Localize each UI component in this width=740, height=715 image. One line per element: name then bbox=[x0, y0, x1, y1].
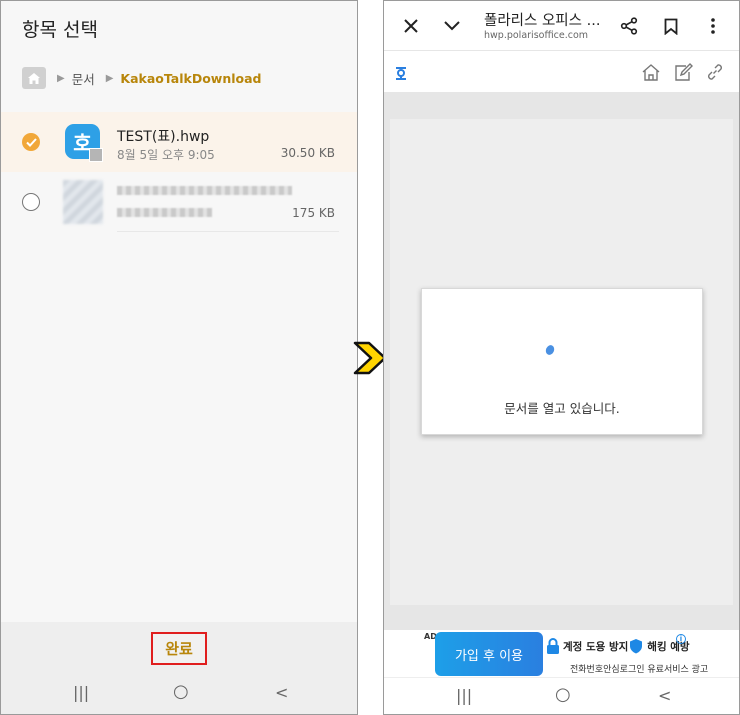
ad-signup-button[interactable]: 가입 후 이용 bbox=[435, 632, 543, 676]
back-icon[interactable]: < bbox=[658, 686, 671, 705]
blurred-file-date bbox=[117, 208, 212, 217]
breadcrumb-arrow-icon: ▶ bbox=[105, 72, 114, 84]
page-title: 항목 선택 bbox=[22, 19, 98, 41]
file-row[interactable]: 175 KB bbox=[1, 172, 357, 232]
loading-dialog: 문서를 열고 있습니다. bbox=[421, 288, 703, 435]
page-title: 폴라리스 오피스 ... bbox=[484, 13, 601, 29]
shield-icon bbox=[630, 639, 643, 654]
page-url: hwp.polarisoffice.com bbox=[484, 30, 589, 41]
ad-info-icon[interactable]: i bbox=[676, 634, 686, 644]
divider bbox=[117, 231, 339, 232]
home-icon[interactable] bbox=[640, 61, 662, 83]
polaris-logo-icon[interactable] bbox=[390, 61, 412, 83]
breadcrumb-folder[interactable]: 문서 bbox=[72, 69, 95, 88]
home-button-icon[interactable]: ○ bbox=[173, 681, 189, 702]
recent-apps-icon[interactable]: ||| bbox=[456, 686, 472, 705]
checkbox-checked[interactable] bbox=[22, 133, 40, 151]
home-button-icon[interactable]: ○ bbox=[555, 684, 571, 705]
bookmark-icon[interactable] bbox=[660, 15, 682, 37]
file-size: 30.50 KB bbox=[280, 146, 335, 160]
file-date: 8월 5일 오후 9:05 bbox=[117, 148, 215, 162]
browser-header: 폴라리스 오피스 ... hwp.polarisoffice.com bbox=[384, 1, 739, 51]
viewer-toolbar bbox=[384, 52, 739, 92]
chevron-down-icon[interactable] bbox=[441, 15, 463, 37]
system-nav-bar: ||| ○ < bbox=[384, 677, 739, 714]
done-button[interactable]: 완료 bbox=[151, 632, 207, 665]
edit-icon[interactable] bbox=[672, 61, 694, 83]
file-thumbnail bbox=[63, 180, 103, 224]
breadcrumb-current[interactable]: KakaoTalkDownload bbox=[120, 71, 261, 86]
ad-headline-1: 계정 도용 방지 bbox=[563, 640, 629, 653]
file-row-selected[interactable]: 호 TEST(표).hwp 8월 5일 오후 9:05 30.50 KB bbox=[1, 112, 357, 172]
blurred-file-name bbox=[117, 186, 292, 195]
polaris-office-viewer: 폴라리스 오피스 ... hwp.polarisoffice.com 문서를 열… bbox=[383, 0, 740, 715]
ad-headline: 계정 도용 방지 해킹 예방 bbox=[546, 638, 690, 654]
close-icon[interactable] bbox=[400, 15, 422, 37]
shortcut-badge-icon bbox=[89, 148, 103, 162]
more-options-icon[interactable] bbox=[702, 15, 724, 37]
file-name: TEST(표).hwp bbox=[117, 129, 210, 145]
recent-apps-icon[interactable]: ||| bbox=[73, 683, 89, 702]
file-size: 175 KB bbox=[292, 206, 335, 220]
link-icon[interactable] bbox=[704, 61, 726, 83]
lock-icon bbox=[547, 638, 559, 654]
checkbox-unchecked[interactable] bbox=[22, 193, 40, 211]
breadcrumb: ▶ 문서 ▶ KakaoTalkDownload bbox=[22, 66, 262, 90]
back-icon[interactable]: < bbox=[275, 683, 288, 702]
home-icon[interactable] bbox=[22, 67, 46, 89]
ad-subtext: 전화번호안심로그인 유료서비스 광고 bbox=[570, 665, 709, 675]
ad-banner[interactable]: AD 가입 후 이용 계정 도용 방지 해킹 예방 i 전화번호안심로그인 유료… bbox=[384, 630, 739, 677]
share-icon[interactable] bbox=[618, 15, 640, 37]
loading-message: 문서를 열고 있습니다. bbox=[504, 401, 620, 416]
loading-spinner-icon bbox=[544, 343, 556, 357]
file-picker-screen: 항목 선택 ▶ 문서 ▶ KakaoTalkDownload 호 TEST(표)… bbox=[0, 0, 358, 715]
breadcrumb-arrow-icon: ▶ bbox=[57, 72, 65, 84]
